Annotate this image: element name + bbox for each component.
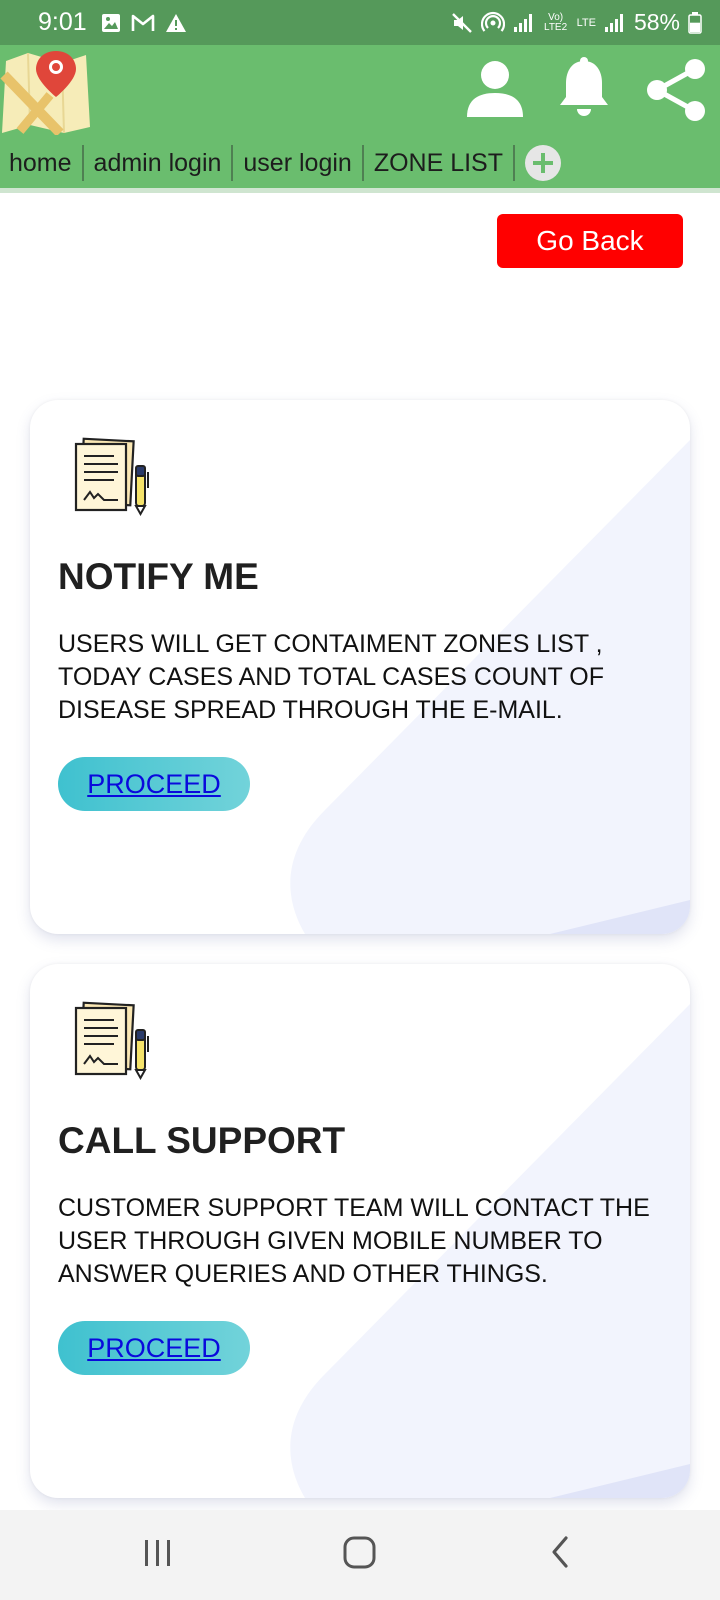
status-bar: 9:01 Vo) LTE2 LTE 58% bbox=[0, 0, 720, 45]
card-title: CALL SUPPORT bbox=[58, 1120, 346, 1161]
nav-zone-list[interactable]: ZONE LIST bbox=[364, 145, 515, 181]
card-description: CUSTOMER SUPPORT TEAM WILL CONTACT THE U… bbox=[58, 1194, 650, 1288]
system-navigation-bar bbox=[0, 1510, 720, 1600]
proceed-link[interactable]: PROCEED bbox=[87, 769, 221, 800]
battery-icon bbox=[688, 11, 702, 34]
back-icon[interactable] bbox=[546, 1532, 576, 1577]
top-nav: home admin login user login ZONE LIST bbox=[0, 141, 561, 185]
home-icon[interactable] bbox=[340, 1532, 380, 1577]
volte-lte2-icon: Vo) LTE2 bbox=[544, 11, 568, 33]
battery-percent: 58% bbox=[633, 9, 680, 35]
app-bar: home admin login user login ZONE LIST bbox=[0, 45, 720, 188]
hotspot-icon bbox=[480, 11, 505, 35]
signal-icon bbox=[513, 13, 535, 33]
notify-me-card: NOTIFY ME USERS WILL GET CONTAIMENT ZONE… bbox=[30, 400, 690, 934]
lte-icon: LTE bbox=[576, 16, 596, 29]
recent-apps-icon[interactable] bbox=[140, 1532, 176, 1577]
nav-home[interactable]: home bbox=[0, 145, 84, 181]
go-back-button[interactable]: Go Back bbox=[497, 214, 683, 268]
mute-icon bbox=[451, 12, 473, 34]
app-bar-divider bbox=[0, 188, 720, 193]
status-left-icons bbox=[101, 13, 187, 33]
add-icon[interactable] bbox=[525, 145, 561, 181]
warning-icon bbox=[165, 13, 187, 33]
notification-bell-icon[interactable] bbox=[556, 57, 612, 124]
card-title: NOTIFY ME bbox=[58, 556, 259, 597]
status-right-icons: Vo) LTE2 LTE 58% bbox=[451, 9, 702, 36]
proceed-button[interactable]: PROCEED bbox=[58, 1321, 250, 1375]
document-pen-icon bbox=[74, 1000, 158, 1081]
card-description: USERS WILL GET CONTAIMENT ZONES LIST , T… bbox=[58, 630, 604, 724]
document-pen-icon bbox=[74, 436, 158, 517]
nav-admin-login[interactable]: admin login bbox=[84, 145, 234, 181]
map-pin-logo-icon[interactable] bbox=[0, 45, 92, 137]
signal-icon bbox=[604, 13, 626, 33]
proceed-button[interactable]: PROCEED bbox=[58, 757, 250, 811]
gmail-icon bbox=[131, 13, 155, 33]
share-icon[interactable] bbox=[643, 57, 707, 128]
proceed-link[interactable]: PROCEED bbox=[87, 1333, 221, 1364]
user-profile-icon[interactable] bbox=[464, 57, 526, 124]
call-support-card: CALL SUPPORT CUSTOMER SUPPORT TEAM WILL … bbox=[30, 964, 690, 1498]
nav-user-login[interactable]: user login bbox=[233, 145, 364, 181]
status-time: 9:01 bbox=[38, 8, 87, 36]
gallery-icon bbox=[101, 13, 121, 33]
